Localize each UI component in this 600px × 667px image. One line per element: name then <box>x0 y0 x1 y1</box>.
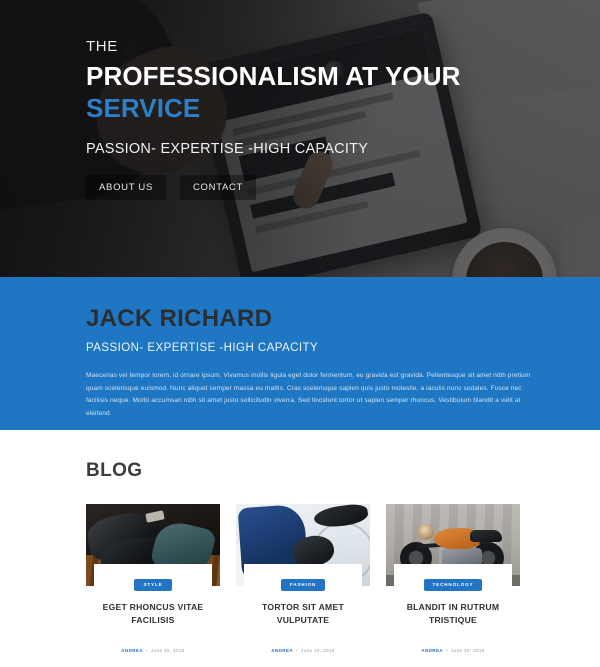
category-badge[interactable]: STYLE <box>134 578 172 591</box>
blog-card[interactable]: FASHION TORTOR SIT AMET VULPUTATE ANDREA… <box>236 504 370 667</box>
hero-content: THE PROFESSIONALISM AT YOUR SERVICE PASS… <box>86 38 461 201</box>
hero-title-line-2: SERVICE <box>86 92 201 123</box>
blog-card[interactable]: STYLE EGET RHONCUS VITAE FACILISIS ANDRE… <box>86 504 220 667</box>
blog-section-title: BLOG <box>86 460 143 481</box>
blog-card-body: FASHION TORTOR SIT AMET VULPUTATE ANDREA… <box>244 564 362 667</box>
hero-eyebrow: THE <box>86 38 118 55</box>
blog-card-title[interactable]: EGET RHONCUS VITAE FACILISIS <box>102 601 204 628</box>
landing-page: THE PROFESSIONALISM AT YOUR SERVICE PASS… <box>0 0 600 667</box>
buckle-shape <box>145 510 165 523</box>
blog-section: BLOG STYLE EGET RHONCUS VITAE FACILISIS <box>0 430 600 667</box>
blog-card-author[interactable]: ANDREA <box>121 648 143 653</box>
blog-card-date: June 20, 2016 <box>151 647 185 653</box>
hero-section: THE PROFESSIONALISM AT YOUR SERVICE PASS… <box>0 0 600 277</box>
intro-tagline: PASSION- EXPERTISE -HIGH CAPACITY <box>86 342 319 354</box>
hero-title: PROFESSIONALISM AT YOUR SERVICE <box>86 61 461 124</box>
intro-body-text: Maecenas vel tempor lorem, id ornare ips… <box>86 372 531 418</box>
blog-card[interactable]: TECHNOLOGY BLANDIT IN RUTRUM TRISTIQUE A… <box>386 504 520 667</box>
intro-section: JACK RICHARD PASSION- EXPERTISE -HIGH CA… <box>0 277 600 430</box>
category-badge[interactable]: TECHNOLOGY <box>423 578 483 591</box>
blog-card-author[interactable]: ANDREA <box>421 648 443 653</box>
meta-separator: • <box>446 647 449 653</box>
nav-link-contact[interactable]: CONTACT <box>180 175 257 201</box>
blog-card-date: June 20, 2016 <box>451 647 485 653</box>
blog-card-meta: ANDREA • June 20, 2016 <box>250 648 356 653</box>
category-badge[interactable]: FASHION <box>280 578 326 591</box>
blog-card-title[interactable]: TORTOR SIT AMET VULPUTATE <box>252 601 354 628</box>
headlamp-shape <box>418 524 434 540</box>
saddle-shape <box>470 530 502 542</box>
nav-link-about-us[interactable]: ABOUT US <box>86 175 166 201</box>
blog-card-meta: ANDREA • June 20, 2016 <box>100 648 206 653</box>
hero-subtitle: PASSION- EXPERTISE -HIGH CAPACITY <box>86 141 369 158</box>
blog-card-grid: STYLE EGET RHONCUS VITAE FACILISIS ANDRE… <box>86 504 520 667</box>
meta-separator: • <box>296 647 299 653</box>
blog-card-date: June 20, 2016 <box>301 647 335 653</box>
blog-card-body: STYLE EGET RHONCUS VITAE FACILISIS ANDRE… <box>94 564 212 667</box>
blog-card-meta: ANDREA • June 20, 2016 <box>400 648 506 653</box>
hero-title-line-1: PROFESSIONALISM AT YOUR <box>86 61 461 91</box>
blog-card-title[interactable]: BLANDIT IN RUTRUM TRISTIQUE <box>402 601 504 628</box>
blog-card-body: TECHNOLOGY BLANDIT IN RUTRUM TRISTIQUE A… <box>394 564 512 667</box>
blog-card-author[interactable]: ANDREA <box>271 648 293 653</box>
hero-nav: ABOUT US CONTACT <box>86 175 461 201</box>
intro-name: JACK RICHARD <box>86 305 273 332</box>
meta-separator: • <box>146 647 149 653</box>
saddle-shape <box>312 504 370 530</box>
intro-inner: JACK RICHARD PASSION- EXPERTISE -HIGH CA… <box>86 305 531 421</box>
